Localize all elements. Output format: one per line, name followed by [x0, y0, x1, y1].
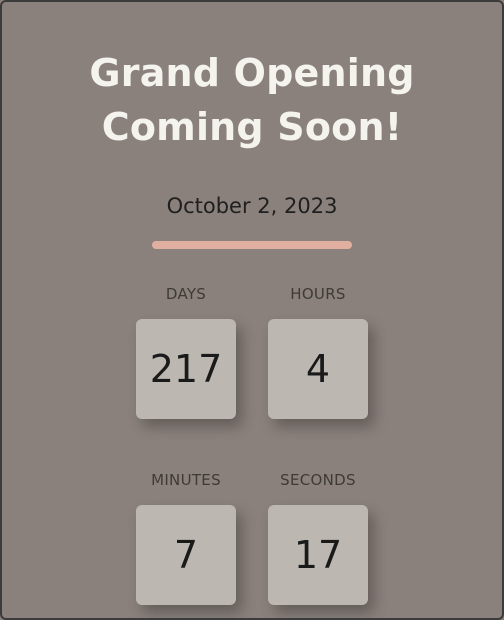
days-tile: 217 [136, 319, 236, 419]
event-date: October 2, 2023 [166, 194, 338, 218]
title-line-2: Coming Soon! [101, 105, 403, 149]
minutes-tile: 7 [136, 505, 236, 605]
page-title: Grand Opening Coming Soon! [2, 46, 502, 154]
accent-divider [152, 241, 352, 249]
hours-tile: 4 [268, 319, 368, 419]
countdown-card: Grand Opening Coming Soon! October 2, 20… [0, 0, 504, 620]
minutes-label: MINUTES [151, 471, 221, 489]
hours-label: HOURS [290, 285, 346, 303]
seconds-tile: 17 [268, 505, 368, 605]
days-label: DAYS [165, 285, 207, 303]
title-line-1: Grand Opening [89, 51, 415, 95]
seconds-label: SECONDS [280, 471, 356, 489]
